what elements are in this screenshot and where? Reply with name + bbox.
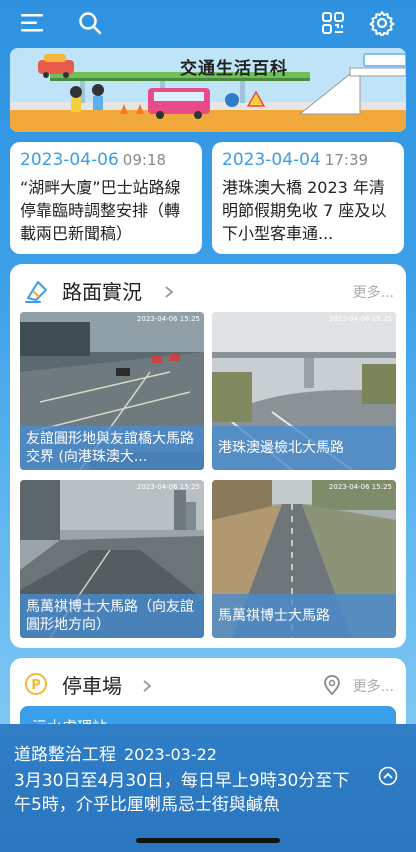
alert-title: 道路整治工程 — [14, 745, 116, 765]
camera-timestamp: 2023-04-06 15:25 — [328, 483, 392, 491]
camera-timestamp: 2023-04-06 15:25 — [136, 315, 200, 323]
camera-timestamp: 2023-04-06 15:25 — [136, 483, 200, 491]
qr-scan-icon[interactable] — [318, 8, 348, 38]
road-works-alert[interactable]: 道路整治工程 2023-03-22 3月30日至4月30日，每日早上9時30分至下… — [0, 724, 416, 852]
chevron-right-icon — [164, 284, 174, 303]
traffic-camera-tile[interactable]: 2023-04-06 15:25 友誼圓形地與友誼橋大馬路交界 (向港珠澳大..… — [20, 312, 204, 470]
news-time: 09:18 — [122, 151, 167, 169]
news-card[interactable]: 2023-04-06 09:18 “湖畔大廈”巴士站路線停靠臨時調整安排（轉載兩巴… — [10, 142, 202, 254]
parking-header[interactable]: P 停車場 更多... — [10, 658, 406, 708]
top-bar — [0, 0, 416, 46]
news-card[interactable]: 2023-04-04 17:39 港珠澳大橋 2023 年清明節假期免收 7 座及… — [212, 142, 404, 254]
more-link[interactable]: 更多... — [353, 282, 394, 302]
svg-text:P: P — [31, 678, 41, 693]
location-pin-icon[interactable] — [322, 674, 342, 700]
road-conditions-header[interactable]: 路面實況 更多... — [10, 264, 406, 314]
search-icon[interactable] — [75, 8, 105, 38]
chevron-up-icon[interactable] — [378, 766, 398, 790]
news-headline: “湖畔大廈”巴士站路線停靠臨時調整安排（轉載兩巴新聞稿） — [20, 178, 181, 243]
news-date: 2023-04-04 — [222, 150, 321, 170]
news-date: 2023-04-06 — [20, 150, 119, 170]
traffic-camera-tile[interactable]: 2023-04-06 15:25 馬萬祺博士大馬路 — [212, 480, 396, 638]
parking-title: 停車場 — [62, 674, 122, 698]
road-conditions-section: 路面實況 更多... 2023-04-06 15:25 友誼圓形地與友誼橋大馬路… — [10, 264, 406, 648]
road-sign-icon — [24, 278, 50, 304]
news-time: 17:39 — [324, 151, 369, 169]
camera-timestamp: 2023-04-06 15:25 — [328, 315, 392, 323]
settings-icon[interactable] — [367, 8, 397, 38]
traffic-camera-tile[interactable]: 2023-04-06 15:25 港珠澳邊檢北大馬路 — [212, 312, 396, 470]
camera-caption: 馬萬祺博士大馬路（向友誼圓形地方向） — [20, 594, 204, 638]
alert-body: 3月30日至4月30日，每日早上9時30分至下午5時，介乎比厘喇馬忌士街與鹹魚 — [14, 771, 350, 815]
more-link[interactable]: 更多... — [353, 676, 394, 696]
chevron-right-icon — [142, 678, 152, 697]
banner-title: 交通生活百科 — [180, 59, 288, 79]
camera-caption: 友誼圓形地與友誼橋大馬路交界 (向港珠澳大... — [20, 426, 204, 470]
parking-icon: P — [24, 672, 48, 696]
home-indicator — [136, 838, 280, 843]
camera-caption: 港珠澳邊檢北大馬路 — [212, 426, 396, 470]
menu-icon[interactable] — [18, 8, 48, 38]
alert-date: 2023-03-22 — [124, 745, 217, 764]
camera-caption: 馬萬祺博士大馬路 — [212, 594, 396, 638]
news-headline: 港珠澳大橋 2023 年清明節假期免收 7 座及以下小型客車通... — [222, 178, 387, 243]
traffic-camera-tile[interactable]: 2023-04-06 15:25 馬萬祺博士大馬路（向友誼圓形地方向） — [20, 480, 204, 638]
traffic-encyclopedia-banner[interactable]: 交通生活百科 — [10, 48, 406, 132]
alert-header: 道路整治工程 2023-03-22 — [14, 740, 402, 765]
road-conditions-title: 路面實況 — [62, 280, 142, 304]
